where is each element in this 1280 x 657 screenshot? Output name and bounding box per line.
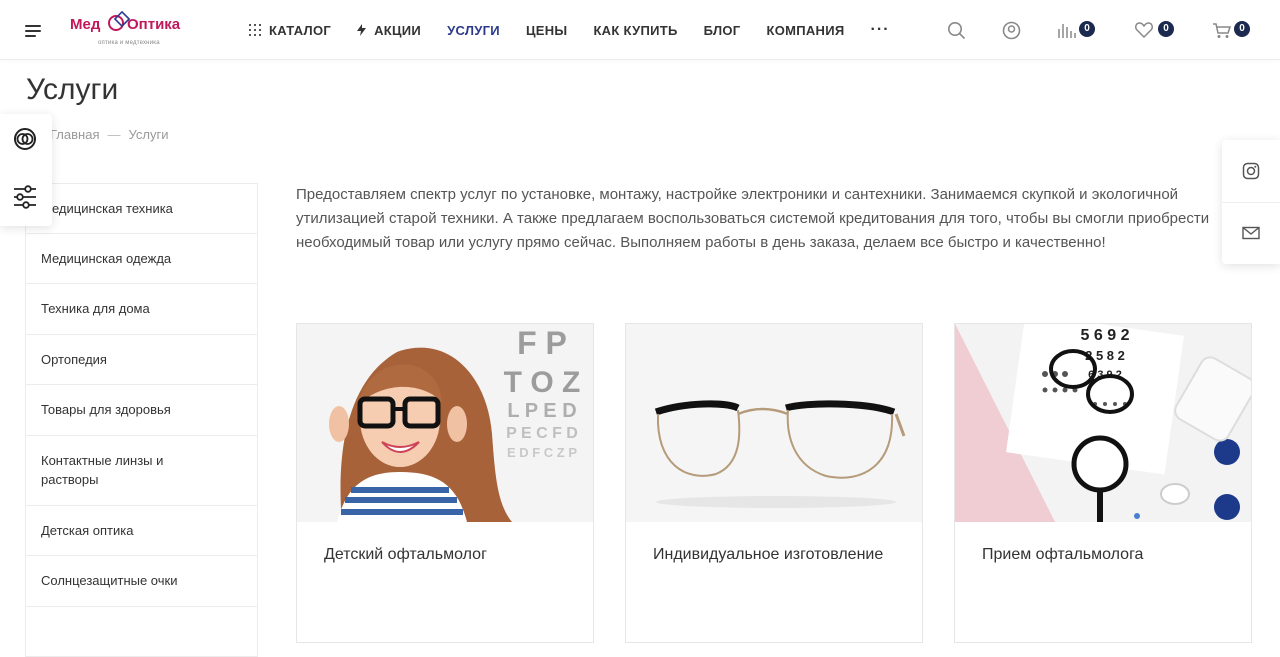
cart-count-badge: 0 [1234,21,1250,37]
nav-prices-label: ЦЕНЫ [526,23,567,38]
eye-chart-row-4: P E C F D [506,425,578,442]
sidebar-item-label: Детская оптика [41,521,133,540]
services-intro-text: Предоставляем спектр услуг по установке,… [296,183,1256,283]
service-card-custom-manufacturing[interactable]: Индивидуальное изготовление [625,323,923,643]
sidebar-item-more[interactable] [25,607,258,657]
eye-chart2-row-1: 5 6 9 2 [1081,327,1130,344]
card-image-eye-test-chart: 5 6 9 2 2 5 8 2 6 3 9 2 [955,324,1251,522]
heart-icon [1134,20,1154,40]
nav-blog-label: БЛОГ [704,23,741,38]
grid-dots-icon [249,24,261,36]
breadcrumb-current: Услуги [128,127,168,142]
nav-company-label: КОМПАНИЯ [766,23,844,38]
logo-tagline: оптика и медтехника [98,40,160,46]
sidebar-item-label: Медицинская одежда [41,249,171,268]
eyeglasses-image [626,324,922,522]
eye-test-chart-image: 5 6 9 2 2 5 8 2 6 3 9 2 [955,324,1251,522]
sidebar-item-health-products[interactable]: Товары для здоровья [25,385,258,436]
accessibility-contrast-icon[interactable] [12,126,38,152]
logo-text-part2: Оптика [127,16,180,33]
sidebar-item-label: Контактные линзы и растворы [41,451,191,489]
nav-promotions[interactable]: АКЦИИ [357,23,421,38]
sidebar-item-kids-optics[interactable]: Детская оптика [25,506,258,557]
sidebar-item-medical-clothing[interactable]: Медицинская одежда [25,234,258,285]
nav-services[interactable]: УСЛУГИ [447,23,500,38]
breadcrumb: Главная — Услуги [50,127,168,142]
filter-sliders-icon[interactable] [12,184,38,210]
service-card-kids-ophthalmologist[interactable]: F P T O Z L P E D P E C F D E D F C Z P … [296,323,594,643]
floating-tools-panel [0,114,52,226]
eye-chart-row-5: E D F C Z P [507,445,577,460]
panel-divider [1222,202,1280,203]
main-nav: КАТАЛОГ АКЦИИ УСЛУГИ ЦЕНЫ КАК КУПИТЬ БЛО… [249,0,890,60]
menu-burger-icon[interactable] [25,25,41,37]
favorites-button[interactable]: 0 [1134,20,1176,40]
sidebar-item-sunglasses[interactable]: Солнцезащитные очки [25,556,258,607]
site-header: Мед Оптика оптика и медтехника КАТАЛОГ А… [0,0,1280,60]
sidebar-item-medical-equipment[interactable]: Медицинская техника [25,183,258,234]
category-sidebar: Медицинская техника Медицинская одежда Т… [25,183,258,657]
eye-chart-row-2: T O Z [504,366,581,399]
nav-prices[interactable]: ЦЕНЫ [526,23,567,38]
nav-blog[interactable]: БЛОГ [704,23,741,38]
site-logo[interactable]: Мед Оптика оптика и медтехника [70,11,200,49]
breadcrumb-separator: — [107,127,120,142]
card-image-girl-with-glasses: F P T O Z L P E D P E C F D E D F C Z P [297,324,593,522]
sidebar-item-label: Медицинская техника [41,199,173,218]
compare-bars-icon [1057,20,1077,40]
nav-promotions-label: АКЦИИ [374,23,421,38]
instagram-icon[interactable] [1242,162,1260,180]
nav-how-to-buy-label: КАК КУПИТЬ [593,23,677,38]
cart-icon [1212,20,1232,40]
nav-catalog-label: КАТАЛОГ [269,23,331,38]
nav-how-to-buy[interactable]: КАК КУПИТЬ [593,23,677,38]
sidebar-item-orthopedics[interactable]: Ортопедия [25,335,258,386]
search-icon[interactable] [947,21,966,40]
sidebar-item-contact-lenses[interactable]: Контактные линзы и растворы [25,436,258,506]
service-card-ophthalmologist-visit[interactable]: 5 6 9 2 2 5 8 2 6 3 9 2 Прием офтальмоло… [954,323,1252,643]
sidebar-item-label: Товары для здоровья [41,400,171,419]
eye-chart-row-3: L P E D [507,400,576,422]
sidebar-item-label: Техника для дома [41,299,150,318]
girl-with-glasses-image: F P T O Z L P E D P E C F D E D F C Z P [297,324,593,522]
nav-more-button[interactable]: ··· [871,21,890,39]
logo-text-part1: Мед [70,16,100,33]
eye-chart-row-1: F P [517,325,567,361]
sidebar-item-home-appliances[interactable]: Техника для дома [25,284,258,335]
compare-count-badge: 0 [1079,21,1095,37]
breadcrumb-home-link[interactable]: Главная [50,127,99,142]
compare-button[interactable]: 0 [1057,20,1099,40]
card-title: Прием офтальмолога [982,543,1232,567]
user-profile-icon[interactable] [1002,21,1021,40]
cart-button[interactable]: 0 [1212,20,1254,40]
sidebar-item-label: Солнцезащитные очки [41,571,177,590]
mail-icon[interactable] [1242,224,1260,242]
page-title: Услуги [26,73,118,107]
card-image-eyeglasses [626,324,922,522]
nav-company[interactable]: КОМПАНИЯ [766,23,844,38]
favorites-count-badge: 0 [1158,21,1174,37]
nav-catalog[interactable]: КАТАЛОГ [249,23,331,38]
card-title: Детский офтальмолог [324,543,574,567]
floating-social-panel [1222,140,1280,264]
more-dots-icon: ··· [871,21,890,39]
card-title: Индивидуальное изготовление [653,543,903,567]
lightning-icon [357,24,366,36]
nav-services-label: УСЛУГИ [447,23,500,38]
sidebar-item-label: Ортопедия [41,350,107,369]
